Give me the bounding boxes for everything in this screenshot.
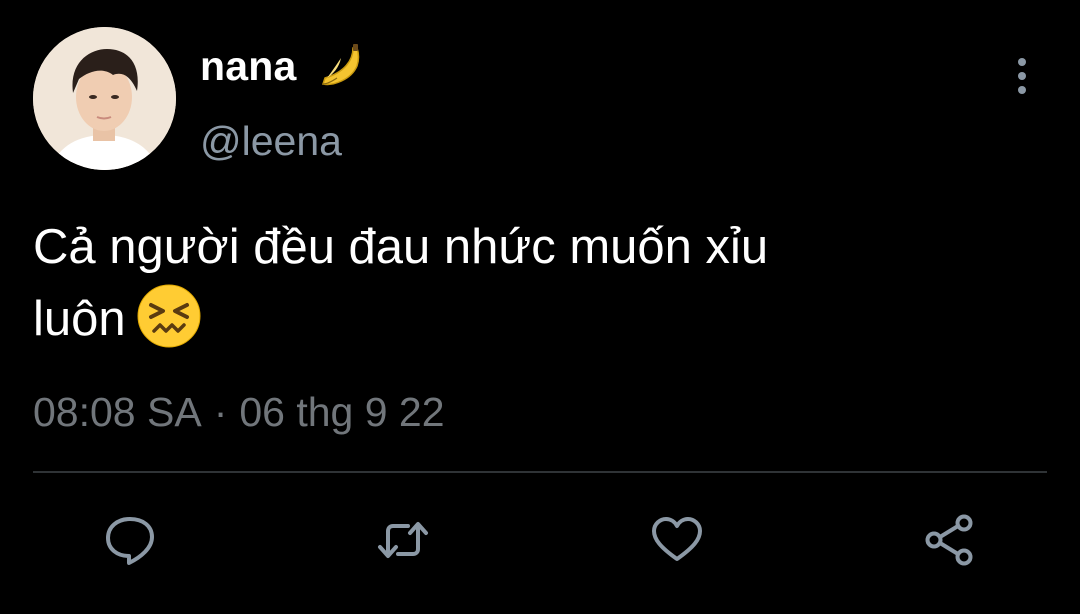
retweet-button[interactable] <box>375 512 431 568</box>
display-name-row[interactable]: nana <box>200 40 367 92</box>
more-dot <box>1018 86 1026 94</box>
avatar-image <box>33 27 176 170</box>
more-options-button[interactable] <box>1006 56 1038 96</box>
like-icon <box>652 517 702 561</box>
retweet-icon <box>378 522 428 558</box>
banana-icon <box>315 40 367 92</box>
tweet-text-line-2: luôn <box>33 292 126 346</box>
share-icon <box>925 514 973 566</box>
tweet-text-line-1: Cả người đều đau nhức muốn xỉu <box>33 220 769 274</box>
persevering-face-emoji <box>136 283 202 349</box>
divider <box>33 471 1047 473</box>
share-button[interactable] <box>921 512 977 568</box>
tweet-date: 06 thg 9 22 <box>239 389 445 435</box>
reply-button[interactable] <box>102 512 158 568</box>
like-button[interactable] <box>649 512 705 568</box>
more-vertical-icon <box>1018 58 1026 66</box>
reply-icon <box>106 517 154 565</box>
tweet-card: nana @leena Cả người đều đau nhức muốn x… <box>0 0 1080 614</box>
timestamp-separator: · <box>213 389 228 435</box>
tweet-text: Cả người đều đau nhức muốn xỉu luôn <box>33 212 1023 355</box>
user-handle[interactable]: @leena <box>200 118 342 165</box>
tweet-timestamp[interactable]: 08:08 SA · 06 thg 9 22 <box>33 389 445 436</box>
tweet-text-line-2-row: luôn <box>33 283 1023 355</box>
display-name[interactable]: nana <box>200 43 297 90</box>
more-dot <box>1018 72 1026 80</box>
avatar[interactable] <box>33 27 176 170</box>
tweet-time: 08:08 SA <box>33 389 202 435</box>
